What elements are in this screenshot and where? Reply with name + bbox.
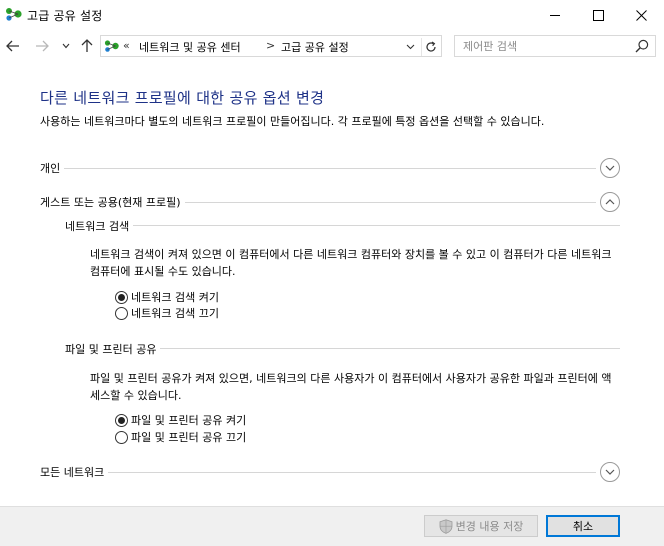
section-label: 게스트 또는 공용(현재 프로필) bbox=[40, 194, 185, 210]
address-dropdown-button[interactable] bbox=[403, 40, 417, 54]
radio-label[interactable]: 파일 및 프린터 공유 켜기 bbox=[131, 412, 246, 428]
file-printer-sharing-description: 파일 및 프린터 공유가 켜져 있으면, 네트워크의 다른 사용자가 이 컴퓨터… bbox=[90, 372, 612, 402]
radio-label[interactable]: 파일 및 프린터 공유 끄기 bbox=[131, 429, 246, 445]
window-title: 고급 공유 설정 bbox=[27, 9, 103, 23]
radio-selected-dot bbox=[118, 416, 125, 424]
search-input[interactable] bbox=[455, 36, 633, 56]
collapse-button[interactable] bbox=[600, 192, 620, 212]
section-label: 모든 네트워크 bbox=[40, 464, 109, 480]
page-description: 사용하는 네트워크마다 별도의 네트워크 프로필이 만들어집니다. 각 프로필에… bbox=[40, 115, 545, 128]
section-divider bbox=[64, 168, 596, 169]
save-changes-button[interactable]: 변경 내용 저장 bbox=[424, 515, 538, 537]
minimize-icon bbox=[549, 14, 560, 16]
chevron-down-icon bbox=[605, 165, 615, 171]
maximize-icon bbox=[592, 9, 604, 21]
close-button[interactable] bbox=[618, 0, 664, 30]
refresh-icon bbox=[425, 41, 436, 52]
breadcrumb-advanced-sharing[interactable]: 고급 공유 설정 bbox=[281, 39, 349, 55]
chevron-down-icon bbox=[406, 44, 414, 50]
arrow-up-icon bbox=[81, 39, 93, 52]
subsection-divider bbox=[133, 225, 620, 226]
title-bar: 고급 공유 설정 bbox=[0, 0, 664, 30]
maximize-button[interactable] bbox=[575, 0, 621, 30]
chevron-up-icon bbox=[605, 199, 615, 205]
forward-button[interactable] bbox=[33, 37, 51, 55]
subsection-divider bbox=[160, 348, 620, 349]
section-divider bbox=[185, 202, 596, 203]
radio-network-discovery-off[interactable]: 네트워크 검색 끄기 bbox=[115, 305, 219, 321]
address-bar[interactable]: « 네트워크 및 공유 센터 > 고급 공유 설정 bbox=[100, 35, 442, 57]
footer-bar: 변경 내용 저장 취소 bbox=[0, 506, 664, 546]
arrow-right-icon bbox=[36, 40, 49, 52]
expand-button[interactable] bbox=[600, 158, 620, 178]
radio-button[interactable] bbox=[115, 306, 128, 320]
subsection-file-printer-sharing: 파일 및 프린터 공유 bbox=[65, 341, 620, 357]
radio-label[interactable]: 네트워크 검색 켜기 bbox=[131, 289, 219, 305]
search-icon[interactable] bbox=[635, 39, 649, 53]
network-discovery-description: 네트워크 검색이 켜져 있으면 이 컴퓨터에서 다른 네트워크 컴퓨터와 장치를… bbox=[90, 248, 612, 278]
radio-label[interactable]: 네트워크 검색 끄기 bbox=[131, 305, 219, 321]
back-button[interactable] bbox=[4, 37, 22, 55]
network-sharing-icon bbox=[6, 8, 22, 21]
network-sharing-icon bbox=[104, 40, 119, 52]
recent-locations-button[interactable] bbox=[61, 41, 71, 51]
up-button[interactable] bbox=[78, 37, 96, 55]
cancel-button-label: 취소 bbox=[572, 520, 594, 533]
section-all-networks[interactable]: 모든 네트워크 bbox=[40, 462, 620, 482]
radio-selected-dot bbox=[118, 293, 125, 301]
section-divider bbox=[108, 472, 596, 473]
arrow-left-icon bbox=[6, 40, 19, 52]
minimize-button[interactable] bbox=[532, 0, 578, 30]
page-title: 다른 네트워크 프로필에 대한 공유 옵션 변경 bbox=[40, 89, 325, 107]
radio-button[interactable] bbox=[115, 290, 128, 304]
radio-network-discovery-on[interactable]: 네트워크 검색 켜기 bbox=[115, 289, 219, 305]
navigation-bar: « 네트워크 및 공유 센터 > 고급 공유 설정 bbox=[0, 30, 664, 62]
expand-button[interactable] bbox=[600, 462, 620, 482]
chevron-down-icon bbox=[605, 469, 615, 475]
radio-button[interactable] bbox=[115, 430, 128, 444]
subsection-network-discovery: 네트워크 검색 bbox=[65, 218, 620, 234]
chevron-down-icon bbox=[62, 43, 70, 49]
radio-file-printer-sharing-off[interactable]: 파일 및 프린터 공유 끄기 bbox=[115, 429, 246, 445]
refresh-button[interactable] bbox=[421, 38, 439, 56]
section-guest-public[interactable]: 게스트 또는 공용(현재 프로필) bbox=[40, 192, 620, 212]
subsection-label: 네트워크 검색 bbox=[65, 218, 134, 234]
breadcrumb-separator[interactable]: > bbox=[266, 39, 275, 52]
breadcrumb-overflow[interactable]: « bbox=[123, 39, 130, 52]
uac-shield-icon bbox=[439, 518, 453, 534]
close-icon bbox=[635, 9, 647, 21]
section-label: 개인 bbox=[40, 160, 65, 176]
breadcrumb-network-sharing-center[interactable]: 네트워크 및 공유 센터 bbox=[139, 39, 241, 55]
search-box[interactable] bbox=[454, 35, 656, 57]
radio-file-printer-sharing-on[interactable]: 파일 및 프린터 공유 켜기 bbox=[115, 412, 246, 428]
subsection-label: 파일 및 프린터 공유 bbox=[65, 341, 161, 357]
radio-button[interactable] bbox=[115, 413, 128, 427]
cancel-button[interactable]: 취소 bbox=[546, 515, 620, 537]
save-button-label: 변경 내용 저장 bbox=[455, 520, 524, 533]
section-private[interactable]: 개인 bbox=[40, 158, 620, 178]
